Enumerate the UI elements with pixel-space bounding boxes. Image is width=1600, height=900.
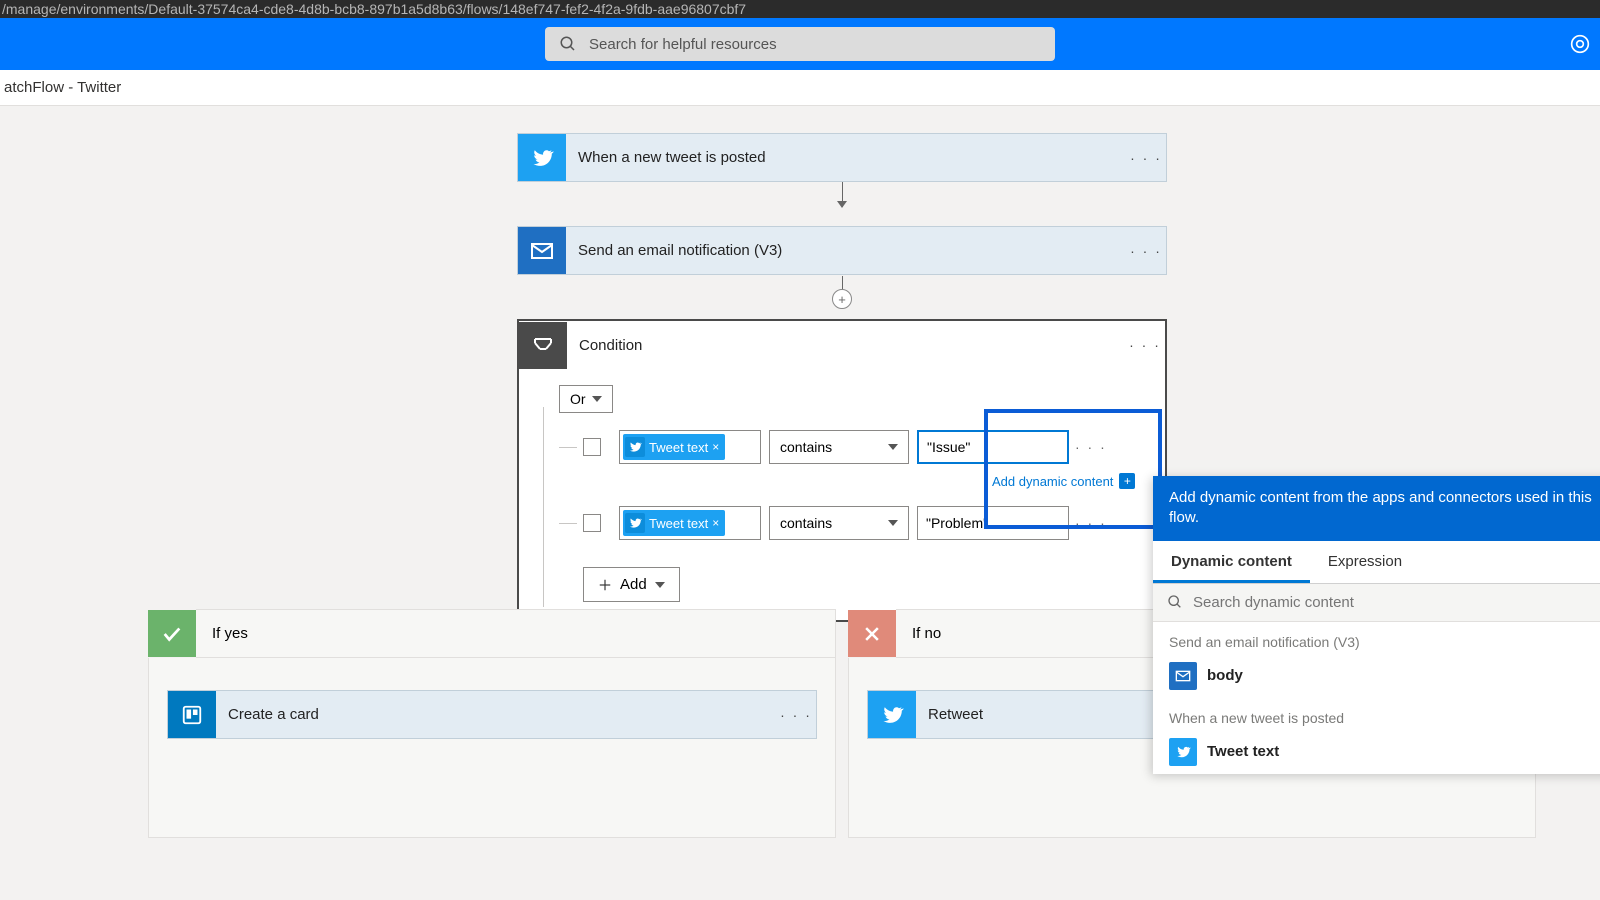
tree-line [543,407,544,607]
condition-card: Condition · · · Or [517,319,1167,622]
token-tweet-text[interactable]: Tweet text × [623,510,725,536]
email-action-card[interactable]: Send an email notification (V3) · · · [517,226,1167,275]
browser-url: /manage/environments/Default-37574ca4-cd… [0,0,1600,18]
trello-icon [168,691,216,738]
if-yes-branch: If yes Create a card · · · [148,609,836,838]
remove-token-button[interactable]: × [712,516,719,530]
breadcrumb: atchFlow - Twitter [0,70,1600,106]
dynamic-search-input[interactable] [1193,594,1599,611]
add-step-button[interactable]: + [832,289,852,309]
twitter-icon [625,513,645,533]
condition-row: Tweet text × contains · · · [559,503,1149,543]
group-operator-select[interactable]: Or [559,385,613,413]
row-more-button[interactable]: · · · [1075,439,1107,455]
trigger-card[interactable]: When a new tweet is posted · · · [517,133,1167,182]
remove-token-button[interactable]: × [712,440,719,454]
dynamic-panel-heading: Add dynamic content from the apps and co… [1153,476,1600,541]
mail-icon [518,227,566,274]
dynamic-content-panel: Add dynamic content from the apps and co… [1153,476,1600,774]
search-placeholder: Search for helpful resources [589,36,777,53]
dynamic-item-body[interactable]: body [1153,654,1600,698]
condition-icon [519,322,567,369]
condition-title: Condition [567,337,1125,354]
row-checkbox[interactable] [583,438,601,456]
chevron-down-icon [888,520,898,526]
dynamic-group-label: When a new tweet is posted [1153,698,1600,730]
search-input[interactable]: Search for helpful resources [545,27,1055,61]
value-right-input[interactable] [917,506,1069,540]
tab-dynamic-content[interactable]: Dynamic content [1153,541,1310,583]
condition-header[interactable]: Condition · · · [519,321,1165,369]
app-header: Search for helpful resources [0,18,1600,70]
create-card-action[interactable]: Create a card · · · [167,690,817,739]
search-icon [1167,594,1183,610]
value-right-input[interactable] [917,430,1069,464]
operator-select[interactable]: contains [769,430,909,464]
row-checkbox[interactable] [583,514,601,532]
if-yes-title: If yes [196,609,836,658]
step-more-button[interactable]: · · · [776,707,816,723]
connector-arrow [842,182,843,207]
dynamic-search[interactable] [1153,584,1600,622]
twitter-icon [1169,738,1197,766]
row-more-button[interactable]: · · · [1075,515,1107,531]
tab-expression[interactable]: Expression [1310,541,1420,583]
step-more-button[interactable]: · · · [1126,243,1166,259]
step-more-button[interactable]: · · · [1125,337,1165,353]
create-card-title: Create a card [216,706,776,723]
step-more-button[interactable]: · · · [1126,150,1166,166]
add-condition-button[interactable]: Add [583,567,680,602]
chevron-down-icon [888,444,898,450]
twitter-icon [868,691,916,738]
value-left-field[interactable]: Tweet text × [619,430,761,464]
email-action-title: Send an email notification (V3) [566,242,1126,259]
plus-icon [598,578,612,592]
chevron-down-icon [655,582,665,588]
twitter-icon [625,437,645,457]
plus-icon: + [1119,473,1135,489]
add-dynamic-content-link[interactable]: Add dynamic content + [992,473,1135,489]
close-icon [848,610,896,657]
chevron-down-icon [592,396,602,402]
mail-icon [1169,662,1197,690]
token-tweet-text[interactable]: Tweet text × [623,434,725,460]
twitter-icon [518,134,566,181]
value-left-field[interactable]: Tweet text × [619,506,761,540]
dynamic-item-tweet-text[interactable]: Tweet text [1153,730,1600,774]
help-icon[interactable] [1570,34,1590,54]
check-icon [148,610,196,657]
trigger-title: When a new tweet is posted [566,149,1126,166]
flow-canvas: When a new tweet is posted · · · Send an… [0,106,1600,900]
dynamic-group-label: Send an email notification (V3) [1153,622,1600,654]
condition-row: Tweet text × contains · · · Add dynamic … [559,427,1149,467]
search-icon [559,35,577,53]
operator-select[interactable]: contains [769,506,909,540]
